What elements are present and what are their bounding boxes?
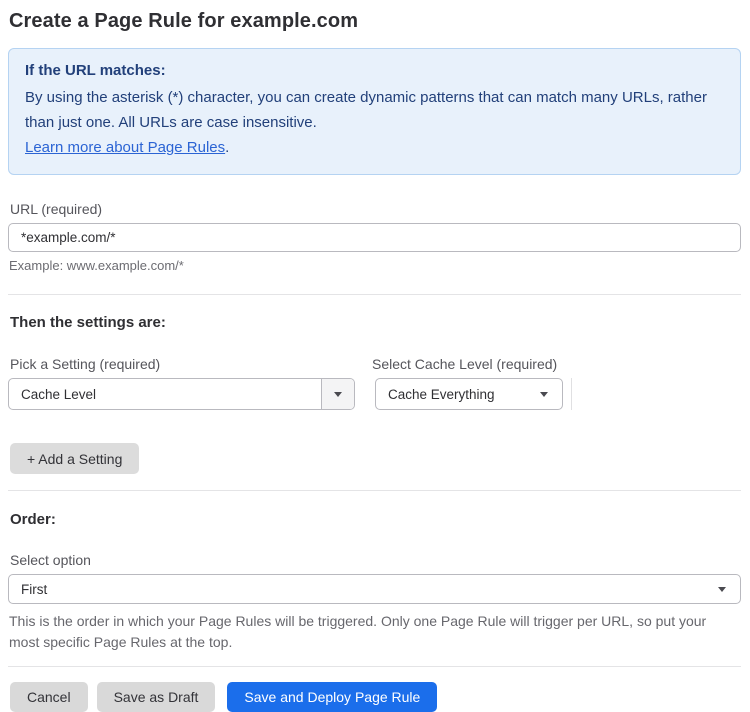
learn-more-link[interactable]: Learn more about Page Rules: [25, 139, 225, 156]
setting-selects-row: Cache Level Cache Everything: [8, 378, 741, 410]
save-as-draft-button[interactable]: Save as Draft: [96, 682, 216, 712]
chevron-down-icon: [334, 391, 342, 397]
footer-actions: Cancel Save as Draft Save and Deploy Pag…: [10, 682, 741, 712]
page-title: Create a Page Rule for example.com: [9, 10, 359, 32]
url-matches-info-box: If the URL matches: By using the asteris…: [8, 48, 741, 175]
save-and-deploy-button[interactable]: Save and Deploy Page Rule: [227, 682, 438, 712]
url-field-label: URL (required): [10, 201, 103, 217]
page-rule-form: Create a Page Rule for example.com If th…: [0, 0, 750, 712]
setting-row-divider: [571, 378, 572, 410]
divider: [8, 294, 741, 295]
order-select-value: First: [21, 581, 48, 597]
info-box-body: By using the asterisk (*) character, you…: [25, 89, 707, 131]
url-example-hint: Example: www.example.com/*: [9, 258, 184, 273]
setting-labels-row: Pick a Setting (required) Select Cache L…: [8, 356, 741, 378]
url-input[interactable]: [8, 223, 741, 252]
order-description: This is the order in which your Page Rul…: [9, 613, 707, 650]
order-select-label: Select option: [10, 552, 91, 568]
cache-level-label: Select Cache Level (required): [372, 356, 558, 372]
info-box-heading: If the URL matches:: [25, 62, 166, 79]
divider: [8, 490, 741, 491]
cache-level-select[interactable]: Cache Everything: [375, 378, 563, 410]
pick-setting-select-value: Cache Level: [21, 386, 97, 402]
chevron-down-icon: [540, 391, 548, 397]
cancel-button[interactable]: Cancel: [10, 682, 88, 712]
pick-setting-select[interactable]: Cache Level: [8, 378, 355, 410]
pick-setting-label: Pick a Setting (required): [10, 356, 161, 372]
add-setting-button[interactable]: + Add a Setting: [10, 443, 140, 474]
settings-section-heading: Then the settings are:: [10, 314, 166, 331]
chevron-down-icon: [718, 586, 726, 592]
order-select[interactable]: First: [8, 574, 741, 604]
cache-level-select-arrow-pad: [540, 391, 562, 397]
link-suffix: .: [225, 139, 230, 156]
divider: [8, 666, 741, 667]
cache-level-select-value: Cache Everything: [388, 386, 495, 402]
order-section-heading: Order:: [10, 511, 56, 528]
pick-setting-select-arrow-cell[interactable]: [321, 379, 354, 409]
info-box-link-line: Learn more about Page Rules.: [25, 135, 724, 160]
order-select-arrow-pad: [718, 586, 740, 592]
